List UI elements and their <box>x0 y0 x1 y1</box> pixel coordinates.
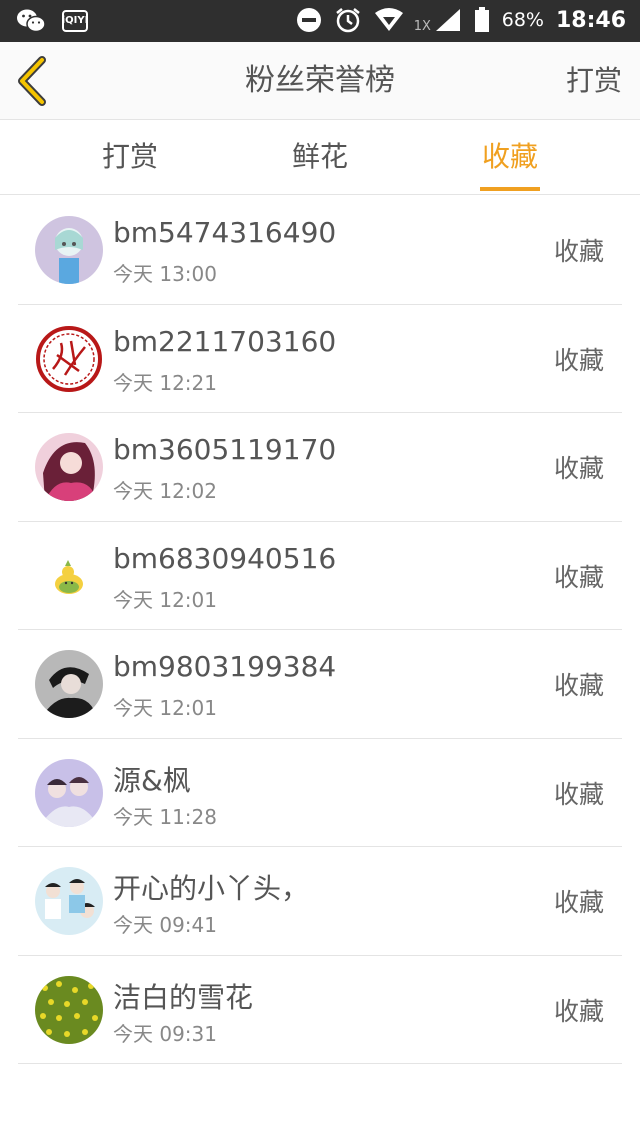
user-name: bm5474316490 <box>113 216 337 249</box>
list-item[interactable]: 开心的小丫头， 今天 09:41 收藏 <box>18 847 622 956</box>
nav-bar: 粉丝荣誉榜 打赏 <box>0 42 640 120</box>
user-name: bm3605119170 <box>113 433 337 466</box>
avatar <box>35 324 103 393</box>
list-item[interactable]: bm3605119170 今天 12:02 收藏 <box>18 413 622 522</box>
avatar <box>35 867 103 935</box>
avatar <box>35 975 103 1044</box>
list-item[interactable]: bm2211703160 今天 12:21 收藏 <box>18 305 622 413</box>
user-name: bm6830940516 <box>113 541 337 575</box>
timestamp: 今天 12:01 <box>113 696 217 720</box>
network-badge: 1X <box>413 19 431 34</box>
avatar <box>35 433 103 501</box>
tab-label: 鲜花 <box>291 140 348 173</box>
tab-label: 打赏 <box>101 140 158 173</box>
iqiyi-icon: iQIYI <box>62 10 88 32</box>
alarm-icon <box>334 6 362 34</box>
page-title: 粉丝荣誉榜 <box>245 63 395 98</box>
user-name: 洁白的雪花 <box>113 980 254 1014</box>
user-name: bm9803199384 <box>113 650 337 683</box>
timestamp: 今天 13:00 <box>113 262 217 286</box>
action-label: 收藏 <box>553 888 604 917</box>
tab-label: 收藏 <box>481 140 538 173</box>
wifi-icon <box>374 7 404 33</box>
avatar <box>35 758 103 827</box>
active-tab-indicator <box>480 187 540 191</box>
list-item[interactable]: bm9803199384 今天 12:01 收藏 <box>18 630 622 739</box>
action-label: 收藏 <box>553 454 604 483</box>
action-label: 收藏 <box>553 345 604 375</box>
avatar <box>35 216 103 284</box>
battery-icon <box>474 7 490 33</box>
status-bar: iQIYI 1X 68% 18:46 <box>0 0 640 42</box>
user-name: 开心的小丫头， <box>113 872 310 905</box>
action-label: 收藏 <box>553 779 604 809</box>
action-label: 收藏 <box>553 237 604 266</box>
signal-icon: 1X <box>413 7 462 34</box>
user-name: 源&枫 <box>113 763 191 797</box>
wechat-icon <box>16 8 46 34</box>
timestamp: 今天 11:28 <box>113 804 217 829</box>
tip-button[interactable]: 打赏 <box>566 42 622 120</box>
tab-favorites[interactable]: 收藏 <box>450 121 570 195</box>
timestamp: 今天 09:31 <box>113 1021 217 1046</box>
tab-tip[interactable]: 打赏 <box>70 121 190 195</box>
action-label: 收藏 <box>553 562 604 592</box>
clock: 18:46 <box>555 7 626 33</box>
timestamp: 今天 12:21 <box>113 370 217 395</box>
list-item[interactable]: bm6830940516 今天 12:01 收藏 <box>18 522 622 630</box>
action-label: 收藏 <box>553 671 604 700</box>
tab-bar: 打赏 鲜花 收藏 <box>0 121 640 195</box>
fan-list: bm5474316490 今天 13:00 收藏 bm2211703160 今天… <box>0 196 640 1064</box>
tab-flowers[interactable]: 鲜花 <box>260 121 380 195</box>
list-item[interactable]: 源&枫 今天 11:28 收藏 <box>18 739 622 847</box>
user-name: bm2211703160 <box>113 324 337 358</box>
timestamp: 今天 09:41 <box>113 913 217 937</box>
timestamp: 今天 12:02 <box>113 479 217 503</box>
list-item[interactable]: bm5474316490 今天 13:00 收藏 <box>18 196 622 305</box>
list-item[interactable]: 洁白的雪花 今天 09:31 收藏 <box>18 956 622 1064</box>
avatar <box>35 650 103 718</box>
avatar <box>35 541 103 610</box>
timestamp: 今天 12:01 <box>113 587 217 612</box>
action-label: 收藏 <box>553 996 604 1026</box>
do-not-disturb-icon <box>296 7 322 33</box>
battery-level: 68% <box>501 9 544 31</box>
